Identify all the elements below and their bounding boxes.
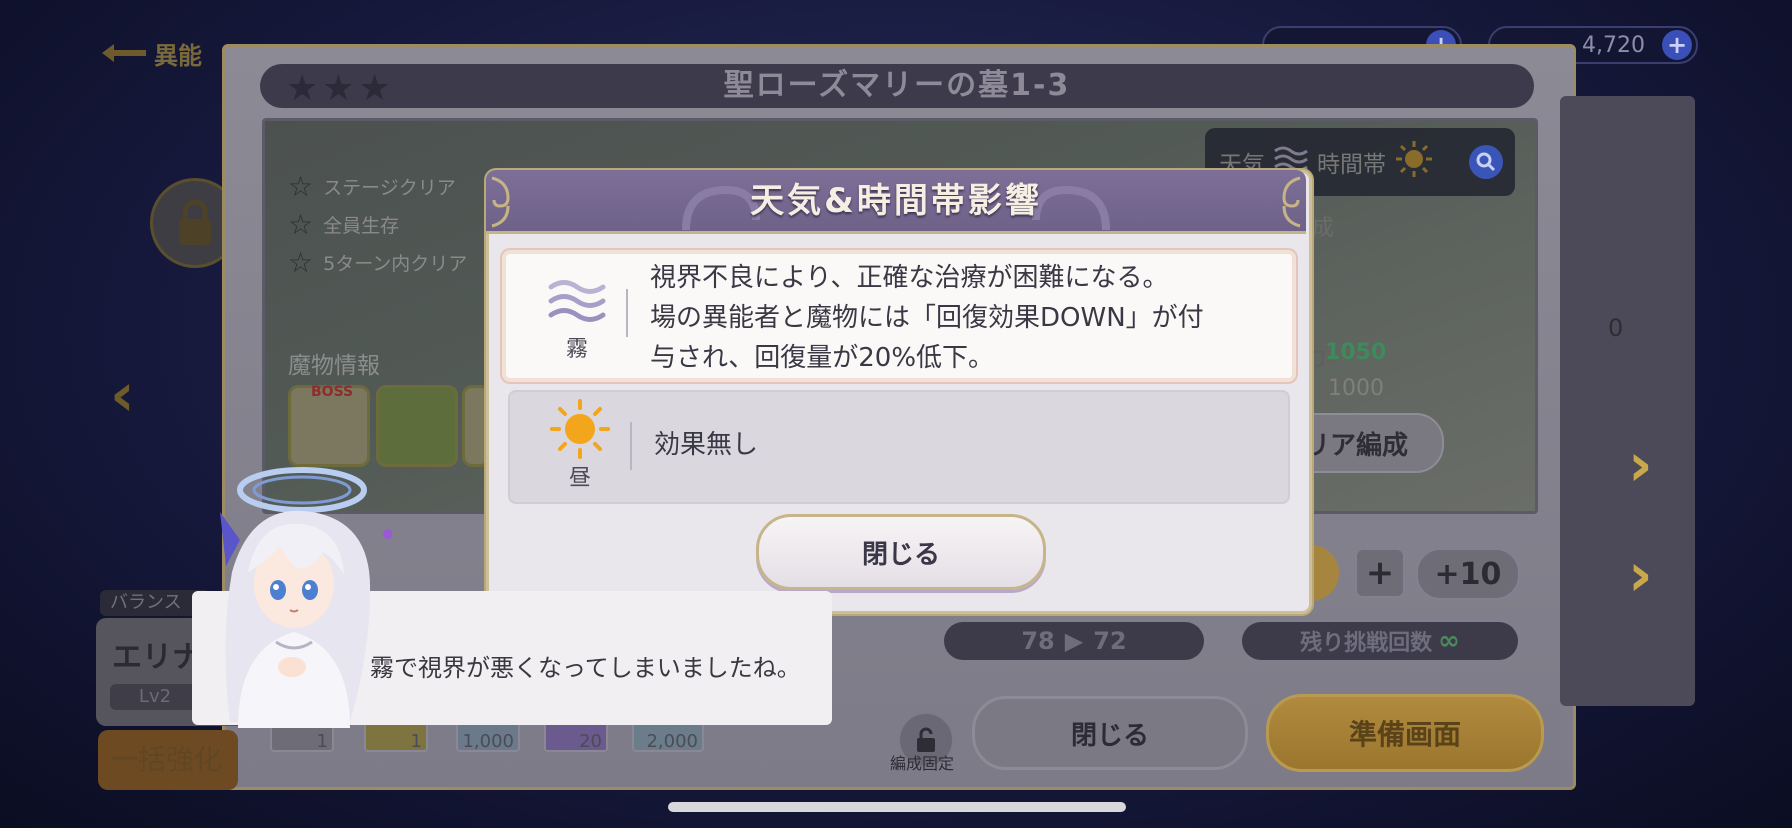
fog-line-3: 与され、回復量が20%低下。 (650, 343, 995, 373)
character-portrait (220, 467, 392, 728)
star-icon: ☆ (288, 246, 314, 279)
stage-close-button[interactable]: 閉じる (972, 696, 1248, 770)
stage-title: 聖ローズマリーの墓1-3 (723, 68, 1071, 103)
monster-info-label: 魔物情報 (288, 353, 380, 379)
fog-line-2: 場の異能者と魔物には「回復効果DOWN」が付 (650, 303, 1204, 333)
remaining-label: 残り挑戦回数 (1300, 631, 1433, 656)
star-icon: ☆ (288, 208, 314, 241)
star-icon: ☆ (288, 170, 314, 203)
day-effect-row: 昼 (508, 390, 1290, 504)
day-icon-block: 昼 (540, 398, 620, 492)
stamina-to: 72 (1093, 627, 1127, 655)
search-icon[interactable] (1469, 145, 1503, 179)
prev-stage-chevron-icon[interactable]: ‹ (110, 360, 135, 430)
modal-header: 天気&時間帯影響 (486, 170, 1306, 234)
mission-item: ☆ 5ターン内クリア (288, 246, 467, 279)
bulk-enhance-button[interactable]: 一括強化 (98, 730, 238, 790)
sun-icon (550, 399, 610, 459)
character-level: Lv2 (110, 684, 200, 710)
boss-tag: BOSS (311, 384, 354, 400)
fog-description: 視界不良により、正確な治療が困難になる。 場の異能者と魔物には「回復効果DOWN… (650, 258, 1270, 378)
quantity-plus10-button[interactable]: +10 (1416, 548, 1520, 600)
back-arrow-icon (100, 42, 148, 64)
remaining-attempts-bar: 残り挑戦回数 ∞ (1242, 622, 1518, 660)
back-button[interactable]: 異能 (100, 36, 202, 70)
fog-icon-block: 霧 (537, 277, 617, 363)
dialogue-text: 霧で視界が悪くなってしまいましたね。 (370, 654, 801, 682)
fog-line-1: 視界不良により、正確な治療が困難になる。 (650, 263, 1169, 293)
power-required: 1000 (1328, 376, 1384, 401)
side-list-panel (1560, 96, 1695, 706)
chevron-right-icon[interactable]: › (1628, 430, 1653, 500)
monster-slot-boss[interactable]: BOSS (288, 384, 370, 467)
power-value: 1050 (1325, 340, 1387, 365)
back-label: 異能 (154, 41, 202, 70)
chevron-right-icon[interactable]: › (1628, 540, 1653, 610)
day-label: 昼 (568, 466, 591, 491)
arrow-right-icon: ▶ (1064, 627, 1084, 655)
gem-currency-value: 4,720 (1582, 32, 1645, 58)
ornament-left-icon (491, 176, 510, 228)
quantity-plus-button[interactable]: + (1355, 548, 1405, 598)
remaining-value: ∞ (1438, 626, 1460, 656)
character-name: エリナ (112, 640, 202, 675)
mission-label: 全員生存 (323, 215, 400, 237)
fog-label: 霧 (565, 337, 588, 362)
side-count: 0 (1608, 314, 1624, 342)
fog-icon (548, 280, 606, 322)
stamina-from: 78 (1021, 627, 1055, 655)
monster-slot[interactable] (376, 385, 458, 467)
prepare-screen-button[interactable]: 準備画面 (1266, 694, 1544, 772)
ornament-right-icon (1282, 176, 1301, 228)
modal-close-button[interactable]: 閉じる (756, 514, 1046, 590)
stage-stars: ★★★ (286, 68, 395, 109)
stage-title-bar: 聖ローズマリーの墓1-3 (260, 64, 1534, 108)
mission-label: 5ターン内クリア (323, 253, 468, 275)
row-divider (630, 422, 632, 470)
sun-small-icon (1394, 139, 1434, 185)
day-description: 効果無し (654, 430, 759, 460)
home-indicator[interactable] (668, 802, 1126, 812)
modal-title: 天気&時間帯影響 (750, 181, 1042, 221)
mission-item: ☆ 全員生存 (288, 208, 399, 241)
time-label: 時間帯 (1317, 152, 1386, 178)
stamina-cost-bar: 78 ▶ 72 (944, 622, 1204, 660)
mission-label: ステージクリア (323, 177, 456, 199)
row-divider (626, 289, 628, 337)
mission-item: ☆ ステージクリア (288, 170, 456, 203)
formation-lock-label: 編成固定 (890, 754, 955, 773)
gem-plus-button[interactable]: + (1662, 30, 1692, 60)
